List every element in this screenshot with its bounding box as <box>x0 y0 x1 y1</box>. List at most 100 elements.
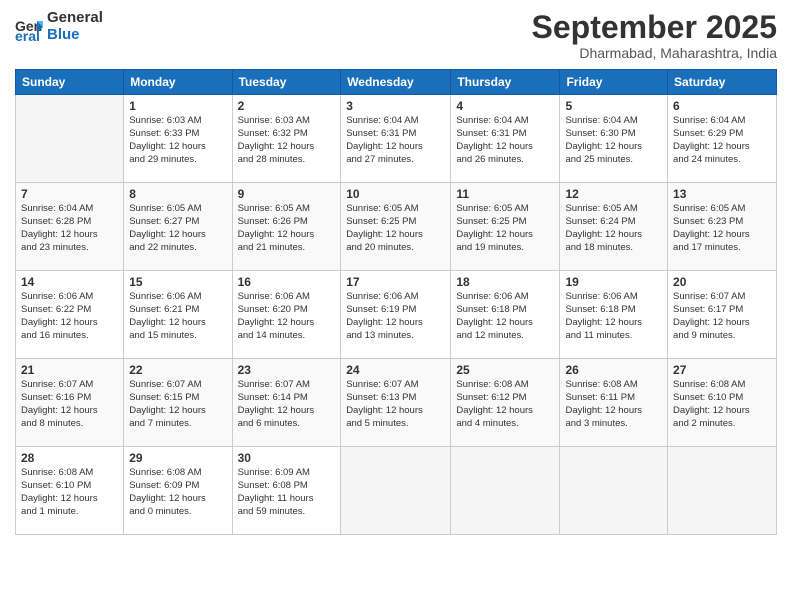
calendar-page: Gen eral General Blue September 2025 Dha… <box>0 0 792 612</box>
calendar-day: 5 Sunrise: 6:04 AM Sunset: 6:30 PM Daylig… <box>560 95 668 183</box>
calendar-day: 6 Sunrise: 6:04 AM Sunset: 6:29 PM Daylig… <box>668 95 777 183</box>
day-details: Sunrise: 6:06 AM Sunset: 6:18 PM Dayligh… <box>456 291 554 342</box>
day-number: 3 <box>346 99 445 113</box>
calendar-day: 12Sunrise: 6:05 AM Sunset: 6:24 PM Dayli… <box>560 183 668 271</box>
day-number: 22 <box>129 363 226 377</box>
calendar-week-1: 1 Sunrise: 6:03 AM Sunset: 6:33 PM Daylig… <box>16 95 777 183</box>
day-details: Sunrise: 6:07 AM Sunset: 6:14 PM Dayligh… <box>238 379 336 430</box>
calendar-day: 30 Sunrise: 6:09 AM Sunset: 6:08 PM Dayli… <box>232 447 341 535</box>
day-details: Sunrise: 6:06 AM Sunset: 6:22 PM Dayligh… <box>21 291 118 342</box>
day-details: Sunrise: 6:07 AM Sunset: 6:13 PM Dayligh… <box>346 379 445 430</box>
day-details: Sunrise: 6:06 AM Sunset: 6:18 PM Dayligh… <box>565 291 662 342</box>
col-wednesday: Wednesday <box>341 70 451 95</box>
day-details: Sunrise: 6:06 AM Sunset: 6:21 PM Dayligh… <box>129 291 226 342</box>
day-number: 14 <box>21 275 118 289</box>
day-number: 25 <box>456 363 554 377</box>
calendar-day: 7 Sunrise: 6:04 AM Sunset: 6:28 PM Daylig… <box>16 183 124 271</box>
calendar-day: 14 Sunrise: 6:06 AM Sunset: 6:22 PM Dayli… <box>16 271 124 359</box>
day-details: Sunrise: 6:07 AM Sunset: 6:15 PM Dayligh… <box>129 379 226 430</box>
calendar-day <box>668 447 777 535</box>
day-number: 16 <box>238 275 336 289</box>
calendar-week-2: 7 Sunrise: 6:04 AM Sunset: 6:28 PM Daylig… <box>16 183 777 271</box>
day-details: Sunrise: 6:07 AM Sunset: 6:17 PM Dayligh… <box>673 291 771 342</box>
day-number: 18 <box>456 275 554 289</box>
calendar-day: 29 Sunrise: 6:08 AM Sunset: 6:09 PM Dayli… <box>124 447 232 535</box>
day-number: 29 <box>129 451 226 465</box>
day-number: 19 <box>565 275 662 289</box>
calendar-week-4: 21Sunrise: 6:07 AM Sunset: 6:16 PM Dayli… <box>16 359 777 447</box>
day-details: Sunrise: 6:04 AM Sunset: 6:31 PM Dayligh… <box>346 115 445 166</box>
calendar-day: 3 Sunrise: 6:04 AM Sunset: 6:31 PM Daylig… <box>341 95 451 183</box>
logo-icon: Gen eral <box>15 13 43 41</box>
logo: Gen eral General Blue <box>15 10 103 43</box>
day-number: 5 <box>565 99 662 113</box>
day-number: 4 <box>456 99 554 113</box>
calendar-day: 17Sunrise: 6:06 AM Sunset: 6:19 PM Dayli… <box>341 271 451 359</box>
day-number: 24 <box>346 363 445 377</box>
day-details: Sunrise: 6:05 AM Sunset: 6:25 PM Dayligh… <box>346 203 445 254</box>
day-details: Sunrise: 6:05 AM Sunset: 6:27 PM Dayligh… <box>129 203 226 254</box>
day-number: 17 <box>346 275 445 289</box>
calendar-week-3: 14 Sunrise: 6:06 AM Sunset: 6:22 PM Dayli… <box>16 271 777 359</box>
calendar-day: 1 Sunrise: 6:03 AM Sunset: 6:33 PM Daylig… <box>124 95 232 183</box>
day-number: 23 <box>238 363 336 377</box>
col-monday: Monday <box>124 70 232 95</box>
col-sunday: Sunday <box>16 70 124 95</box>
calendar-day: 4 Sunrise: 6:04 AM Sunset: 6:31 PM Daylig… <box>451 95 560 183</box>
day-number: 1 <box>129 99 226 113</box>
calendar-day: 15Sunrise: 6:06 AM Sunset: 6:21 PM Dayli… <box>124 271 232 359</box>
day-number: 13 <box>673 187 771 201</box>
day-number: 30 <box>238 451 336 465</box>
day-details: Sunrise: 6:04 AM Sunset: 6:31 PM Dayligh… <box>456 115 554 166</box>
day-details: Sunrise: 6:08 AM Sunset: 6:09 PM Dayligh… <box>129 467 226 518</box>
calendar-day: 16 Sunrise: 6:06 AM Sunset: 6:20 PM Dayli… <box>232 271 341 359</box>
calendar-day: 10Sunrise: 6:05 AM Sunset: 6:25 PM Dayli… <box>341 183 451 271</box>
calendar-week-5: 28Sunrise: 6:08 AM Sunset: 6:10 PM Dayli… <box>16 447 777 535</box>
header: Gen eral General Blue September 2025 Dha… <box>15 10 777 61</box>
calendar-day: 18 Sunrise: 6:06 AM Sunset: 6:18 PM Dayli… <box>451 271 560 359</box>
day-number: 11 <box>456 187 554 201</box>
day-details: Sunrise: 6:08 AM Sunset: 6:11 PM Dayligh… <box>565 379 662 430</box>
day-number: 28 <box>21 451 118 465</box>
calendar-day: 19 Sunrise: 6:06 AM Sunset: 6:18 PM Dayli… <box>560 271 668 359</box>
calendar-day: 23 Sunrise: 6:07 AM Sunset: 6:14 PM Dayli… <box>232 359 341 447</box>
day-details: Sunrise: 6:04 AM Sunset: 6:28 PM Dayligh… <box>21 203 118 254</box>
day-number: 8 <box>129 187 226 201</box>
day-details: Sunrise: 6:03 AM Sunset: 6:33 PM Dayligh… <box>129 115 226 166</box>
day-number: 26 <box>565 363 662 377</box>
calendar-day <box>560 447 668 535</box>
col-thursday: Thursday <box>451 70 560 95</box>
day-number: 27 <box>673 363 771 377</box>
col-saturday: Saturday <box>668 70 777 95</box>
day-number: 12 <box>565 187 662 201</box>
day-details: Sunrise: 6:04 AM Sunset: 6:30 PM Dayligh… <box>565 115 662 166</box>
day-number: 6 <box>673 99 771 113</box>
day-details: Sunrise: 6:09 AM Sunset: 6:08 PM Dayligh… <box>238 467 336 518</box>
calendar-day: 8 Sunrise: 6:05 AM Sunset: 6:27 PM Daylig… <box>124 183 232 271</box>
calendar-day: 11 Sunrise: 6:05 AM Sunset: 6:25 PM Dayli… <box>451 183 560 271</box>
calendar-day <box>16 95 124 183</box>
logo-text-line1: General <box>47 10 103 27</box>
calendar-day: 28Sunrise: 6:08 AM Sunset: 6:10 PM Dayli… <box>16 447 124 535</box>
day-details: Sunrise: 6:05 AM Sunset: 6:25 PM Dayligh… <box>456 203 554 254</box>
day-number: 20 <box>673 275 771 289</box>
day-number: 9 <box>238 187 336 201</box>
day-details: Sunrise: 6:03 AM Sunset: 6:32 PM Dayligh… <box>238 115 336 166</box>
month-title: September 2025 <box>532 10 777 45</box>
day-details: Sunrise: 6:08 AM Sunset: 6:10 PM Dayligh… <box>673 379 771 430</box>
calendar-day: 20 Sunrise: 6:07 AM Sunset: 6:17 PM Dayli… <box>668 271 777 359</box>
calendar-day: 24 Sunrise: 6:07 AM Sunset: 6:13 PM Dayli… <box>341 359 451 447</box>
day-details: Sunrise: 6:04 AM Sunset: 6:29 PM Dayligh… <box>673 115 771 166</box>
calendar-day: 22 Sunrise: 6:07 AM Sunset: 6:15 PM Dayli… <box>124 359 232 447</box>
calendar-day: 26 Sunrise: 6:08 AM Sunset: 6:11 PM Dayli… <box>560 359 668 447</box>
calendar-day: 9 Sunrise: 6:05 AM Sunset: 6:26 PM Daylig… <box>232 183 341 271</box>
calendar-table: Sunday Monday Tuesday Wednesday Thursday… <box>15 69 777 535</box>
col-friday: Friday <box>560 70 668 95</box>
title-section: September 2025 Dharmabad, Maharashtra, I… <box>532 10 777 61</box>
day-number: 7 <box>21 187 118 201</box>
calendar-day: 27 Sunrise: 6:08 AM Sunset: 6:10 PM Dayli… <box>668 359 777 447</box>
day-details: Sunrise: 6:08 AM Sunset: 6:12 PM Dayligh… <box>456 379 554 430</box>
day-details: Sunrise: 6:05 AM Sunset: 6:26 PM Dayligh… <box>238 203 336 254</box>
day-details: Sunrise: 6:06 AM Sunset: 6:20 PM Dayligh… <box>238 291 336 342</box>
calendar-header-row: Sunday Monday Tuesday Wednesday Thursday… <box>16 70 777 95</box>
